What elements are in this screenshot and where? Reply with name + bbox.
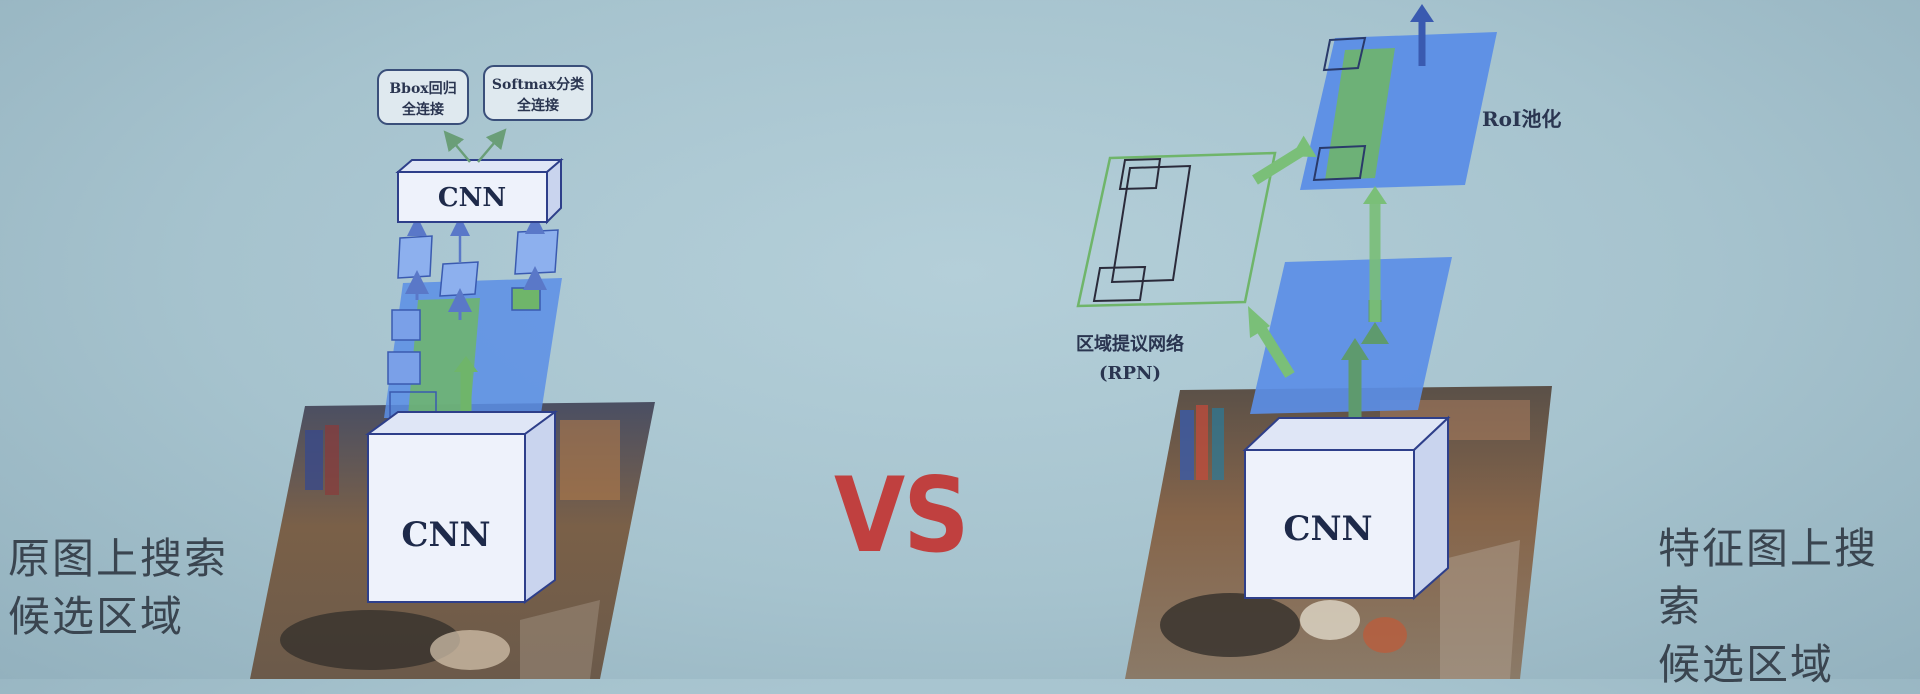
bbox-regression-head: Bbox回归 全连接	[377, 69, 469, 125]
roi-pooling-label: RoI池化	[1482, 107, 1561, 131]
softmax-classification-head: Softmax分类 全连接	[483, 65, 593, 121]
left-diagram: CNN CNN Bbox回归 全连接 Softmax分类 全连接	[250, 65, 655, 679]
left-caption: 原图上搜索 候选区域	[8, 530, 228, 646]
left-top-cnn-label: CNN	[438, 183, 506, 213]
roi-pooling-plane	[1300, 32, 1497, 190]
left-top-cnn: CNN	[395, 157, 564, 225]
slide: CNN CNN Bbox回归 全连接 Softmax分类 全连接 CNN RoI…	[0, 0, 1920, 689]
right-caption-line2: 候选区域	[1658, 640, 1835, 689]
right-cnn-label: CNN	[1283, 509, 1372, 549]
vs-label: VS	[834, 455, 969, 576]
left-softmax-arrow	[477, 128, 507, 163]
rpn-plane	[1076, 151, 1277, 308]
left-caption-line1: 原图上搜索	[8, 534, 229, 583]
diagram-canvas: CNN CNN Bbox回归 全连接 Softmax分类 全连接 CNN RoI…	[250, 4, 1561, 679]
left-cnn-cube: CNN	[364, 410, 559, 604]
softmax-head-line2: 全连接	[516, 97, 559, 114]
right-caption-line1: 特征图上搜索	[1658, 524, 1879, 631]
bbox-head-line2: 全连接	[401, 101, 444, 118]
softmax-head-line1: Softmax分类	[492, 76, 585, 93]
left-caption-line2: 候选区域	[8, 592, 185, 641]
right-caption: 特征图上搜索 候选区域	[1658, 520, 1920, 694]
right-cnn-cube: CNN	[1242, 415, 1451, 601]
left-bbox-arrow	[443, 130, 471, 163]
right-diagram: CNN RoI池化 区域提议网络 (RPN)	[1076, 4, 1561, 679]
bbox-head-line1: Bbox回归	[389, 80, 456, 97]
left-proposal-plane	[384, 278, 562, 420]
rpn-label-line2: (RPN)	[1099, 363, 1161, 384]
roi-output-arrow-head	[1410, 4, 1434, 22]
left-cnn-label: CNN	[401, 515, 490, 555]
rpn-label-line1: 区域提议网络	[1076, 333, 1184, 355]
